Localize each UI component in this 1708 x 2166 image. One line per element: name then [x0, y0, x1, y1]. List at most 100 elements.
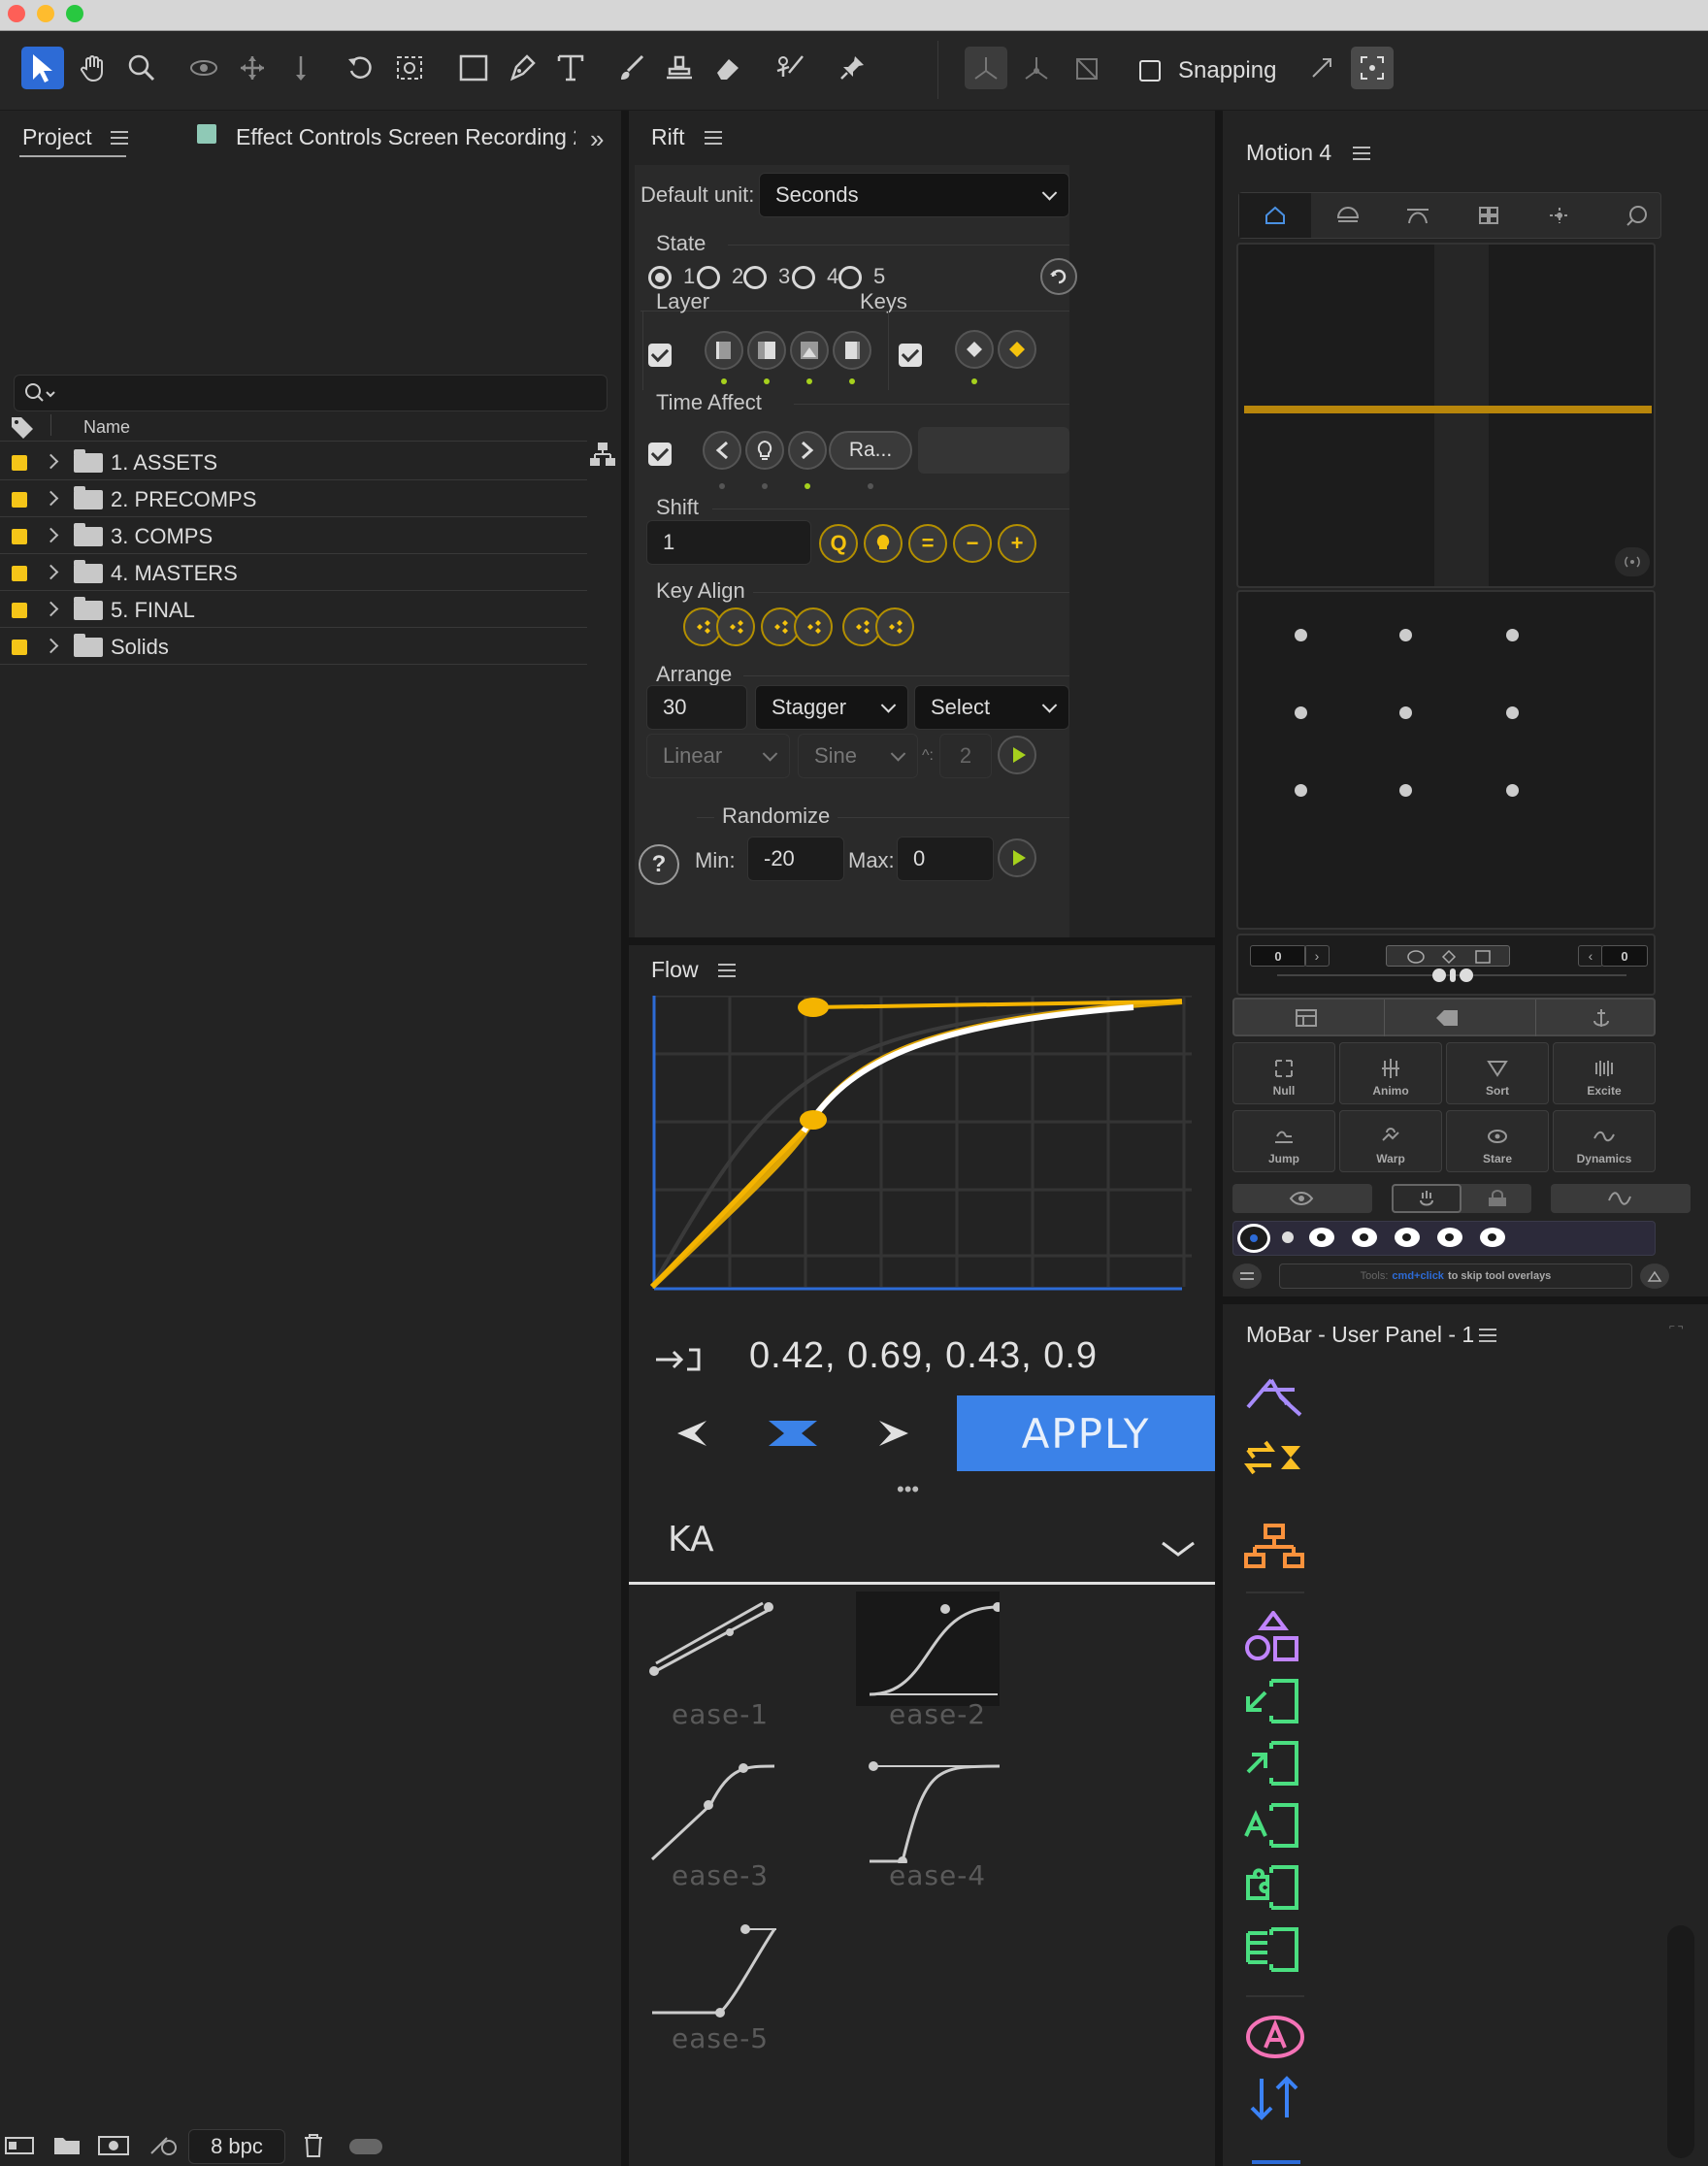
anchor-point-dot[interactable] [1295, 629, 1307, 641]
motion-tool-excite-button[interactable]: Excite [1553, 1042, 1656, 1104]
brush-tool-icon[interactable] [609, 47, 652, 89]
motion-tool-dynamics-button[interactable]: Dynamics [1553, 1110, 1656, 1172]
shift-input[interactable]: 1 [646, 520, 811, 565]
preset-dot[interactable] [1282, 1231, 1294, 1243]
state-reset-button[interactable] [1040, 258, 1077, 295]
minimize-window-button[interactable] [37, 5, 54, 22]
preset-thumb-ease-4[interactable] [868, 1756, 1003, 1863]
hand-tool-icon[interactable] [72, 47, 115, 89]
anchor-point-tool-icon[interactable] [388, 47, 431, 89]
motion-tool-warp-button[interactable]: Warp [1339, 1110, 1442, 1172]
motion-tab-grid-icon[interactable] [1478, 206, 1499, 225]
state-radio-5[interactable] [838, 266, 862, 289]
anchor-point-grid[interactable] [1236, 590, 1656, 930]
project-menu-icon[interactable] [111, 131, 128, 145]
motion-tool-animo-button[interactable]: Animo [1339, 1042, 1442, 1104]
preset-thumb-ease-5[interactable] [648, 1920, 784, 2024]
mobar-hierarchy-icon[interactable] [1242, 1524, 1308, 1570]
wave-toggle[interactable] [1551, 1184, 1691, 1213]
mobar-puzzle-layer-icon[interactable] [1242, 1863, 1308, 1912]
anchor-mode-icon[interactable] [1590, 1007, 1613, 1029]
label-color-swatch[interactable] [12, 640, 27, 655]
mobar-scrollbar[interactable] [1667, 1925, 1694, 2158]
time-affect-checkbox[interactable] [648, 443, 672, 466]
expand-arrow-icon[interactable] [43, 564, 59, 580]
stagger-dropdown[interactable]: Stagger [755, 685, 908, 730]
label-color-swatch[interactable] [12, 566, 27, 581]
preset-dot[interactable] [1437, 1228, 1462, 1247]
preset-dot[interactable] [1352, 1228, 1377, 1247]
state-radio-4[interactable] [792, 266, 815, 289]
layer-checkbox[interactable] [648, 344, 672, 367]
bezier-values[interactable]: 0.42, 0.69, 0.43, 0.9 [749, 1335, 1211, 1377]
counter-right-prev-icon[interactable]: ‹ [1578, 945, 1603, 967]
mobar-menu-icon[interactable] [1479, 1329, 1496, 1342]
anchor-point-dot[interactable] [1295, 706, 1307, 719]
mobar-auto-icon[interactable] [1242, 2013, 1308, 2061]
layer-align-center-button[interactable] [747, 331, 786, 370]
broadcast-icon[interactable] [1615, 547, 1650, 576]
mobar-path-icon[interactable] [1242, 1368, 1308, 1419]
time-affect-prev-button[interactable] [703, 431, 741, 470]
preset-dot[interactable] [1309, 1228, 1334, 1247]
eraser-tool-icon[interactable] [706, 47, 749, 89]
arrange-input[interactable]: 30 [646, 685, 747, 730]
expand-arrow-icon[interactable] [43, 490, 59, 507]
label-color-swatch[interactable] [12, 603, 27, 618]
motion-tool-jump-button[interactable]: Jump [1232, 1110, 1335, 1172]
anchor-point-dot[interactable] [1399, 629, 1412, 641]
mobar-shapes-icon[interactable] [1242, 1611, 1308, 1663]
pen-tool-icon[interactable] [501, 47, 543, 89]
time-affect-range-button[interactable]: Ra... [829, 431, 912, 470]
motion-tab-curve-icon[interactable] [1406, 206, 1429, 225]
motion-tool-sort-button[interactable]: Sort [1446, 1042, 1549, 1104]
next-preset-icon[interactable] [875, 1417, 928, 1450]
slider-dot[interactable] [1432, 968, 1446, 982]
mobar-list-layer-icon[interactable] [1242, 1925, 1308, 1974]
help-button[interactable]: ? [639, 844, 679, 885]
preset-thumb-ease-1[interactable] [648, 1595, 784, 1692]
folder-row[interactable]: 2. PRECOMPS [0, 480, 621, 517]
snap-features-icon[interactable] [1351, 47, 1394, 89]
preset-dot[interactable] [1395, 1228, 1420, 1247]
layout-icon[interactable] [1295, 1008, 1318, 1028]
state-radio-3[interactable] [743, 266, 767, 289]
folder-row[interactable]: 1. ASSETS [0, 443, 621, 480]
anchor-point-dot[interactable] [1399, 784, 1412, 797]
local-axis-mode-icon[interactable] [965, 47, 1007, 89]
sine-dropdown[interactable]: Sine [798, 734, 918, 778]
layer-align-left-button[interactable] [705, 331, 743, 370]
visibility-toggle[interactable] [1232, 1184, 1372, 1213]
swap-ease-icon[interactable] [767, 1417, 819, 1450]
randomize-play-button[interactable] [998, 838, 1036, 877]
snapping-checkbox[interactable] [1139, 60, 1161, 82]
counter-left-next-icon[interactable]: › [1304, 945, 1330, 967]
eraser-mode-icon[interactable] [1434, 1008, 1460, 1028]
key-align-scatter-button[interactable] [875, 607, 914, 646]
clone-stamp-tool-icon[interactable] [658, 47, 701, 89]
zoom-tool-icon[interactable] [120, 47, 163, 89]
puppet-pin-tool-icon[interactable] [831, 47, 873, 89]
motion-graph[interactable] [1236, 243, 1656, 588]
time-affect-next-button[interactable] [788, 431, 827, 470]
motion-tool-stare-button[interactable]: Stare [1446, 1110, 1549, 1172]
mobar-swap-icon[interactable] [1242, 1432, 1308, 1479]
preset-selected-dot[interactable] [1237, 1224, 1270, 1253]
anchor-point-dot[interactable] [1506, 784, 1519, 797]
label-color-swatch[interactable] [12, 529, 27, 544]
expand-arrow-icon[interactable] [43, 453, 59, 470]
view-axis-mode-icon[interactable] [1066, 47, 1108, 89]
roto-brush-tool-icon[interactable] [769, 47, 811, 89]
pan-camera-icon[interactable] [231, 47, 274, 89]
shape-selector[interactable] [1386, 945, 1510, 967]
motion-tab-stack-icon[interactable] [1336, 206, 1360, 225]
panel-overflow-icon[interactable]: » [590, 124, 604, 154]
anchor-point-dot[interactable] [1399, 706, 1412, 719]
bpc-button[interactable]: 8 bpc [188, 2129, 285, 2164]
motion-tab-search-icon[interactable] [1626, 205, 1649, 226]
snap-edges-icon[interactable] [1300, 47, 1343, 89]
shift-q-button[interactable]: Q [819, 524, 858, 563]
flow-curve-graph[interactable] [648, 996, 1211, 1302]
motion-collapse-button[interactable] [1640, 1264, 1669, 1289]
tab-effect-controls[interactable]: Effect Controls Screen Recording 20: [236, 124, 575, 150]
